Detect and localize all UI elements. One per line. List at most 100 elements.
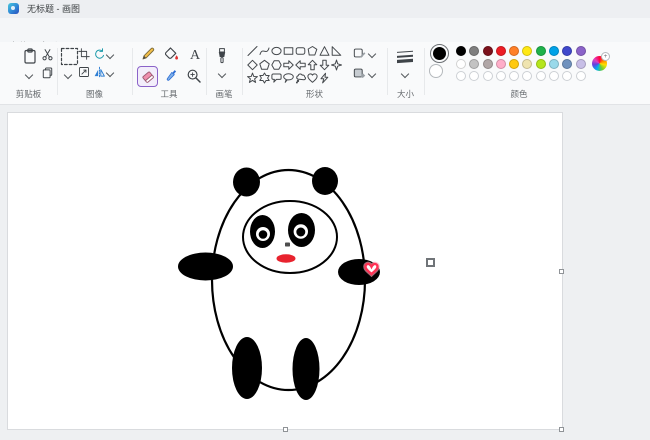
panda-leg-left: [232, 337, 262, 399]
pencil-tool[interactable]: [139, 45, 157, 63]
palette-swatch-empty[interactable]: [576, 71, 586, 81]
shape-heart[interactable]: [307, 72, 318, 84]
palette-swatch-empty[interactable]: [536, 71, 546, 81]
shape-star-4[interactable]: [331, 59, 342, 71]
panda-drawing: [8, 113, 562, 429]
pencil-icon: [140, 46, 156, 62]
color-palette: [456, 46, 586, 81]
shapes-grid: [247, 45, 342, 84]
shape-hexagon[interactable]: [271, 59, 282, 71]
palette-swatch[interactable]: [562, 59, 572, 69]
shape-rounded-rectangle[interactable]: [295, 45, 306, 57]
crop-icon: [78, 48, 90, 60]
shape-diamond[interactable]: [247, 59, 258, 71]
palette-swatch[interactable]: [456, 59, 466, 69]
eraser-cursor: [426, 258, 435, 267]
panda-arm-left: [178, 253, 233, 281]
shape-polygon[interactable]: [307, 45, 318, 57]
shape-curve[interactable]: [259, 45, 270, 57]
canvas-resize-handle-corner[interactable]: [559, 427, 564, 432]
canvas-resize-handle-bottom[interactable]: [283, 427, 288, 432]
shape-outline-button[interactable]: [352, 46, 367, 60]
palette-swatch[interactable]: [576, 59, 586, 69]
brushes-button[interactable]: [213, 46, 231, 66]
palette-swatch[interactable]: [549, 59, 559, 69]
size-button[interactable]: [395, 48, 415, 64]
palette-swatch[interactable]: [469, 59, 479, 69]
crop-button[interactable]: [77, 47, 90, 60]
shape-right-triangle[interactable]: [331, 45, 342, 57]
copy-button[interactable]: [40, 65, 54, 79]
brush-icon: [214, 47, 230, 65]
shape-lightning[interactable]: [319, 72, 330, 84]
paste-icon: [22, 48, 38, 65]
paint-app-icon: [8, 3, 19, 14]
palette-swatch[interactable]: [536, 59, 546, 69]
palette-swatch-empty[interactable]: [456, 71, 466, 81]
select-icon: [60, 47, 79, 66]
text-icon: A: [187, 46, 203, 62]
palette-swatch[interactable]: [522, 59, 532, 69]
cut-button[interactable]: [40, 47, 54, 61]
palette-swatch-empty[interactable]: [549, 71, 559, 81]
palette-swatch[interactable]: [576, 46, 586, 56]
resize-button[interactable]: [77, 65, 90, 78]
palette-swatch-empty[interactable]: [496, 71, 506, 81]
panda-ear-left: [233, 168, 260, 197]
color2-selector[interactable]: [429, 64, 443, 78]
shape-arrow-down[interactable]: [319, 59, 330, 71]
palette-swatch[interactable]: [483, 46, 493, 56]
palette-swatch[interactable]: [483, 59, 493, 69]
palette-swatch[interactable]: [496, 46, 506, 56]
magnifier-tool[interactable]: [185, 67, 203, 85]
shape-callout-rounded[interactable]: [271, 72, 282, 84]
palette-swatch[interactable]: [456, 46, 466, 56]
group-label-size: 大小: [387, 88, 424, 100]
palette-swatch[interactable]: [522, 46, 532, 56]
shape-arrow-up[interactable]: [307, 59, 318, 71]
shape-arrow-right[interactable]: [283, 59, 294, 71]
color1-selector[interactable]: [430, 44, 449, 63]
shape-star-6[interactable]: [259, 72, 270, 84]
shape-pentagon[interactable]: [259, 59, 270, 71]
flip-button[interactable]: [92, 65, 106, 79]
eyedropper-tool[interactable]: [162, 67, 180, 85]
shape-oval[interactable]: [271, 45, 282, 57]
palette-swatch-empty[interactable]: [483, 71, 493, 81]
add-color-plus-icon: +: [601, 52, 610, 61]
svg-text:A: A: [190, 48, 201, 62]
palette-swatch[interactable]: [562, 46, 572, 56]
palette-swatch-empty[interactable]: [522, 71, 532, 81]
group-label-colors: 颜色: [424, 88, 614, 100]
palette-swatch-empty[interactable]: [509, 71, 519, 81]
flip-icon: [93, 66, 106, 79]
palette-swatch[interactable]: [496, 59, 506, 69]
eyedropper-icon: [163, 68, 179, 84]
palette-swatch[interactable]: [536, 46, 546, 56]
shape-rectangle[interactable]: [283, 45, 294, 57]
shape-callout-oval[interactable]: [283, 72, 294, 84]
palette-swatch-empty[interactable]: [562, 71, 572, 81]
paste-button[interactable]: [21, 47, 39, 66]
palette-swatch[interactable]: [509, 46, 519, 56]
palette-swatch[interactable]: [549, 46, 559, 56]
palette-swatch-empty[interactable]: [469, 71, 479, 81]
shape-line[interactable]: [247, 45, 258, 57]
rotate-button[interactable]: [92, 47, 106, 61]
text-tool[interactable]: A: [186, 45, 204, 63]
fill-tool[interactable]: [162, 45, 180, 63]
palette-swatch[interactable]: [509, 59, 519, 69]
shape-arrow-left[interactable]: [295, 59, 306, 71]
shape-callout-cloud[interactable]: [295, 72, 306, 84]
shape-fill-button[interactable]: [352, 66, 367, 80]
shape-triangle[interactable]: [319, 45, 330, 57]
heart-sticker: [366, 264, 378, 274]
shape-fill-icon: [353, 66, 367, 80]
palette-swatch[interactable]: [469, 46, 479, 56]
select-button[interactable]: [59, 46, 79, 66]
panda-pupil-left: [259, 230, 268, 239]
canvas-resize-handle-right[interactable]: [559, 269, 564, 274]
eraser-tool[interactable]: [137, 66, 158, 87]
copy-icon: [41, 66, 54, 79]
shape-star-5[interactable]: [247, 72, 258, 84]
